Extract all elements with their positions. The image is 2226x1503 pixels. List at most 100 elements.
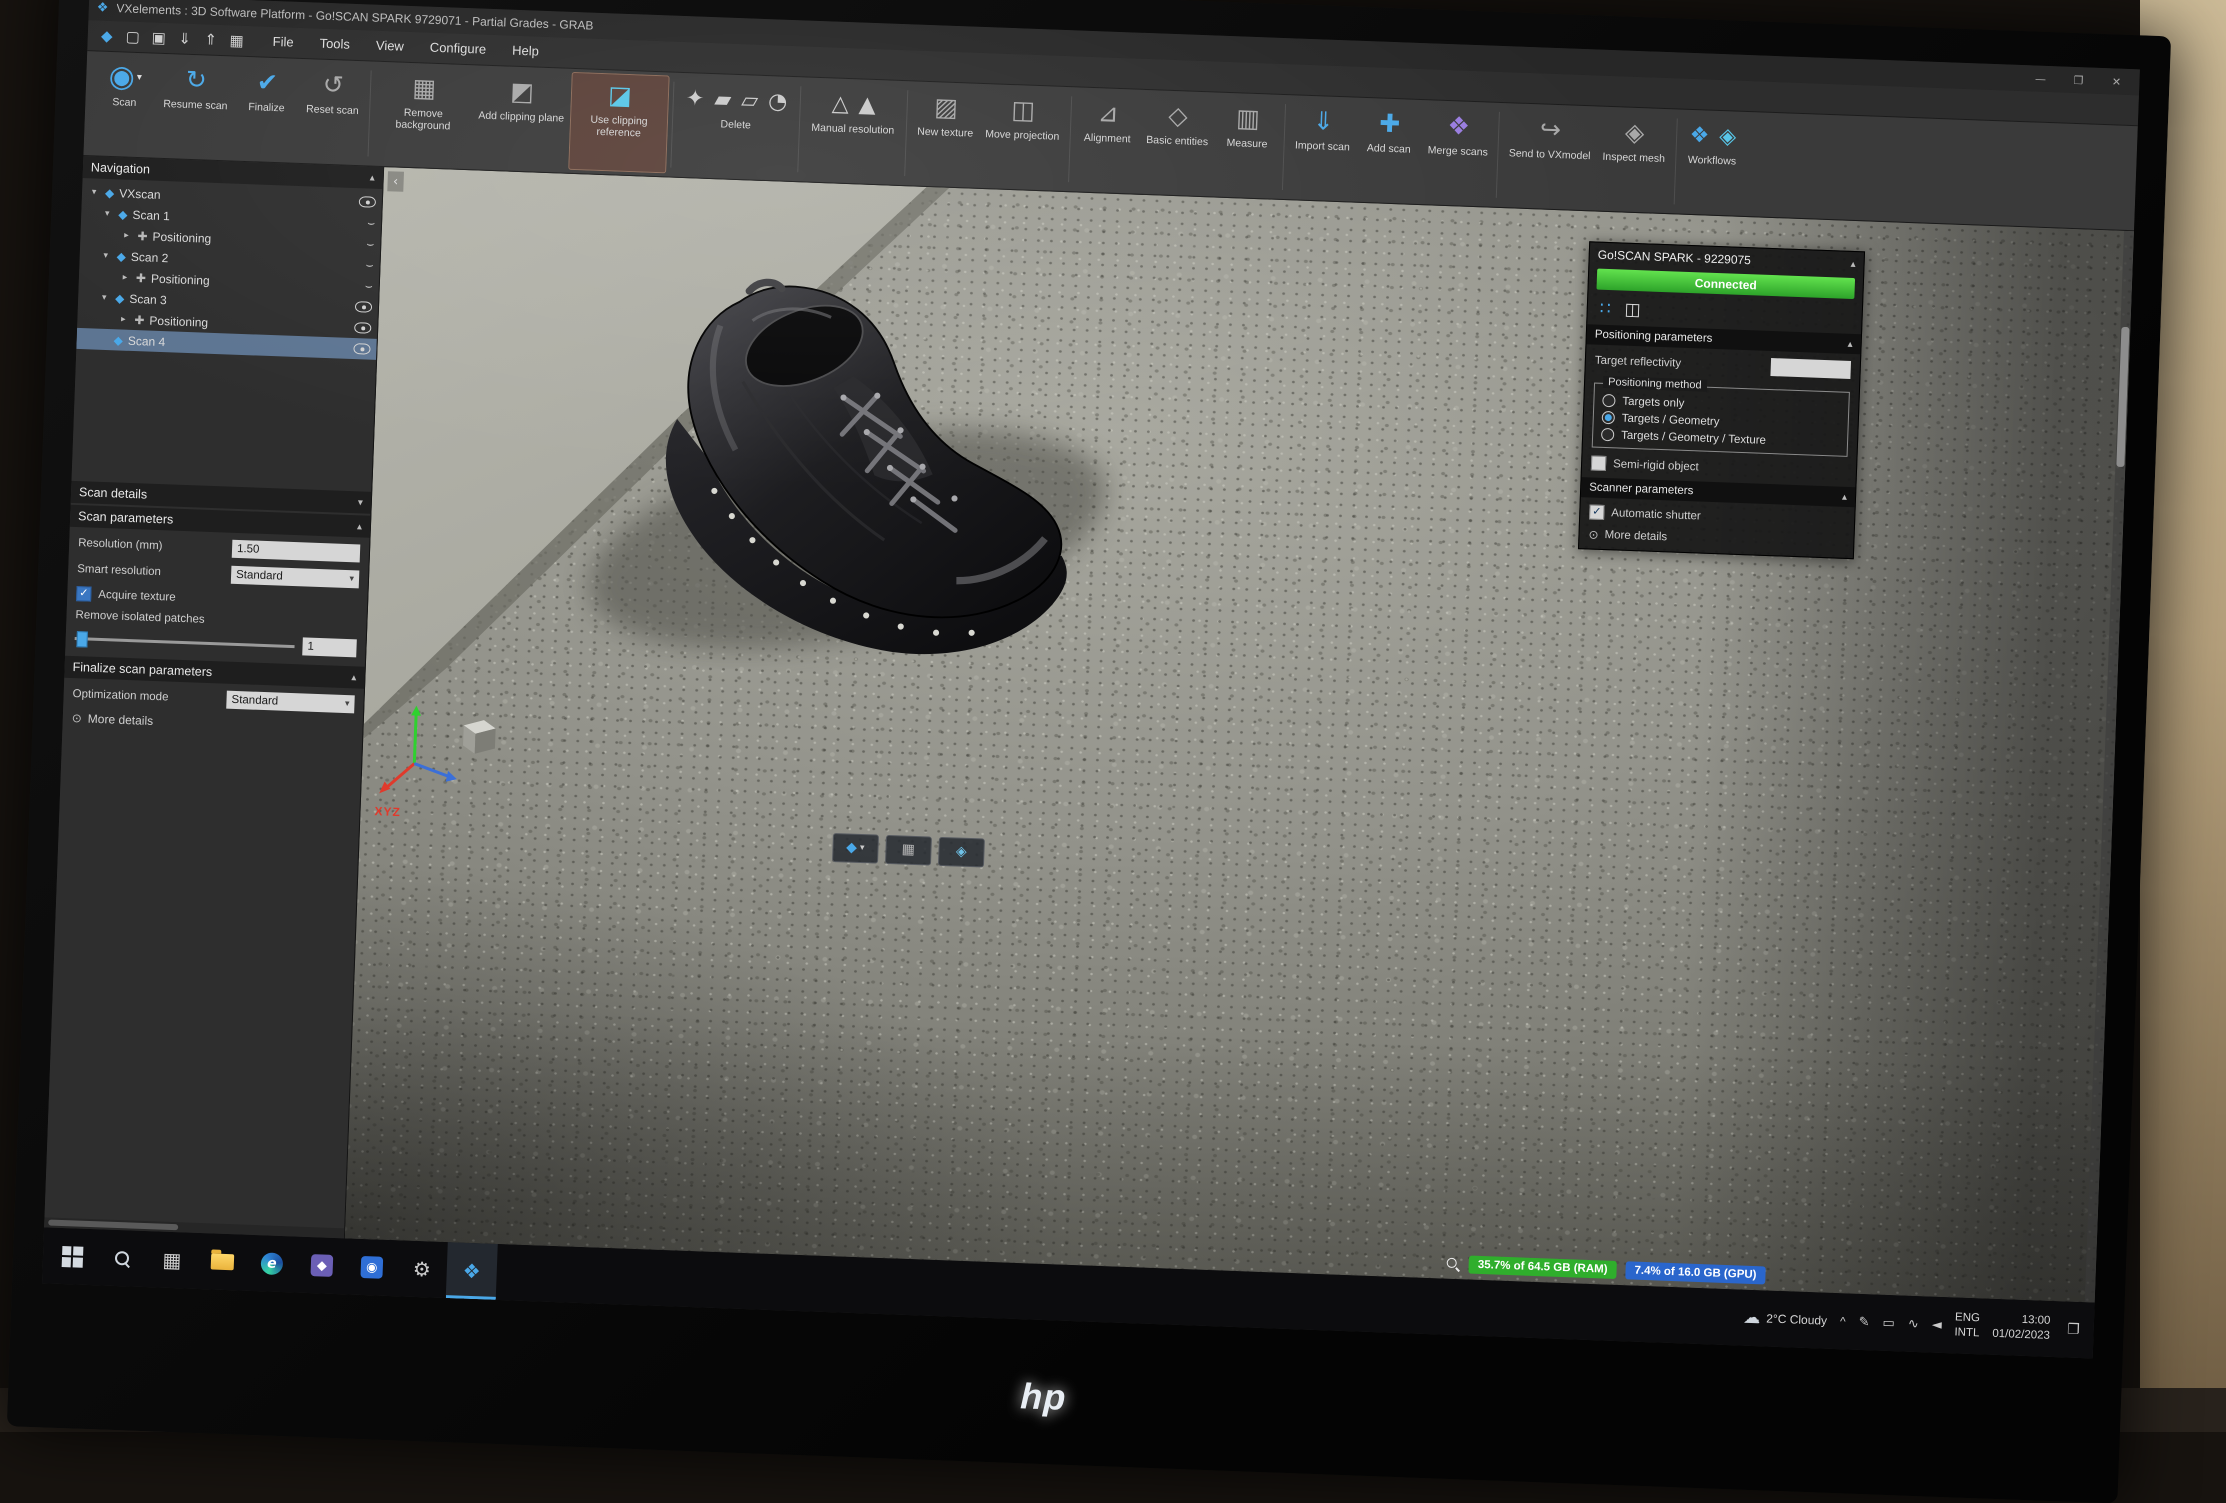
expand-icon[interactable]: ▾ [88, 187, 100, 197]
pen-icon[interactable]: ✎ [1858, 1314, 1869, 1329]
chevron-up-icon[interactable]: ▴ [351, 672, 356, 683]
expand-icon[interactable]: ▾ [100, 250, 112, 260]
tray-overflow-chevron[interactable]: ^ [1840, 1314, 1846, 1328]
new-session-icon[interactable]: ▢ [119, 27, 146, 46]
scanner-more-details-link[interactable]: ⊙ More details [1588, 527, 1844, 550]
inspect-mesh-button[interactable]: ◈ Inspect mesh [1595, 110, 1673, 211]
semi-rigid-object-checkbox[interactable] [1591, 456, 1607, 472]
settings-button[interactable]: ⚙ [396, 1240, 448, 1298]
scan-button[interactable]: ◉▾ Scan [90, 54, 160, 154]
smart-resolution-select[interactable]: Standard▾ [231, 566, 360, 589]
network-icon[interactable]: ∿ [1908, 1316, 1919, 1331]
capture-icon[interactable]: ▦ [223, 31, 250, 50]
radio-icon-selected[interactable] [1602, 411, 1615, 424]
optimization-mode-select[interactable]: Standard▾ [226, 691, 355, 714]
chevron-up-icon[interactable]: ▴ [1847, 338, 1852, 349]
targets-icon[interactable]: ∷ [1599, 299, 1611, 319]
send-to-vxmodel-button[interactable]: ↪ Send to VXmodel [1501, 106, 1598, 207]
maximize-button[interactable]: ❐ [2063, 73, 2093, 87]
taskbar-clock[interactable]: 13:00 01/02/2023 [1992, 1312, 2051, 1344]
scan-view-button[interactable]: ◆ ▾ [832, 833, 879, 864]
battery-icon[interactable]: ▭ [1882, 1315, 1895, 1330]
model-box-icon[interactable]: ◫ [1624, 300, 1641, 321]
visibility-curve-icon[interactable]: ⌣ [367, 215, 375, 230]
radio-icon[interactable] [1601, 428, 1614, 441]
chevron-up-icon[interactable]: ▴ [1842, 491, 1847, 502]
pinned-app-button-2[interactable]: ◉ [346, 1238, 398, 1296]
save-session-icon[interactable]: ⇓ [171, 29, 198, 48]
visibility-curve-icon[interactable]: ⌣ [366, 236, 374, 251]
split-view-button[interactable]: ▦ [885, 834, 932, 865]
edge-button[interactable]: e [246, 1235, 298, 1293]
vxelements-taskbar-button[interactable]: ❖ [446, 1242, 498, 1300]
menu-file[interactable]: File [259, 26, 307, 58]
target-reflectivity-input[interactable] [1770, 358, 1851, 379]
alignment-button[interactable]: ⊿ Alignment [1072, 90, 1142, 190]
file-explorer-button[interactable] [196, 1233, 248, 1291]
expand-icon[interactable]: ▸ [120, 230, 132, 240]
automatic-shutter-checkbox[interactable]: ✓ [1589, 504, 1605, 520]
notification-center-icon[interactable]: ❐ [2063, 1321, 2080, 1338]
menu-help[interactable]: Help [499, 35, 553, 67]
workflow-scan-icon[interactable]: ❖ [1689, 122, 1710, 148]
merge-scans-button[interactable]: ❖ Merge scans [1420, 103, 1496, 204]
expand-icon[interactable]: ▾ [98, 292, 110, 302]
minimize-button[interactable]: — [2025, 72, 2055, 86]
import-scan-button[interactable]: ⇓ Import scan [1287, 98, 1357, 198]
chevron-up-icon[interactable]: ▴ [357, 521, 362, 532]
increase-resolution-icon[interactable]: ▲ [858, 92, 876, 118]
vxelements-logo-icon[interactable]: ◆ [93, 26, 120, 45]
chevron-up-icon[interactable]: ▴ [1850, 258, 1855, 269]
move-projection-button[interactable]: ◫ Move projection [977, 87, 1067, 188]
reset-scan-button[interactable]: ↺ Reset scan [298, 62, 368, 162]
add-scan-button[interactable]: ✚ Add scan [1354, 101, 1424, 201]
remove-isolated-patches-slider[interactable] [74, 630, 294, 654]
visibility-eye-icon[interactable] [359, 196, 376, 208]
expand-icon[interactable]: ▸ [117, 314, 129, 324]
visibility-curve-icon[interactable]: ⌣ [365, 257, 373, 272]
decrease-resolution-icon[interactable]: △ [831, 91, 849, 117]
open-session-icon[interactable]: ▣ [145, 28, 172, 47]
collapse-icon[interactable]: ▴ [370, 172, 375, 183]
menu-view[interactable]: View [362, 30, 417, 62]
expand-icon[interactable]: ▾ [101, 208, 113, 218]
delete-polygon-icon[interactable]: ▱ [741, 88, 759, 114]
taskbar-search-button[interactable] [96, 1229, 148, 1287]
expand-icon[interactable]: ▸ [119, 272, 131, 282]
use-clipping-reference-button[interactable]: ◪ Use clipping reference [568, 72, 670, 174]
remove-background-button[interactable]: ▦ Remove background [373, 65, 475, 167]
close-button[interactable]: ✕ [2101, 74, 2131, 88]
delete-rect-icon[interactable]: ▰ [714, 87, 732, 113]
visibility-eye-icon[interactable] [355, 301, 372, 313]
radio-icon[interactable] [1602, 394, 1615, 407]
add-clipping-plane-button[interactable]: ◩ Add clipping plane [470, 68, 571, 170]
measure-button[interactable]: ▥ Measure [1212, 96, 1282, 196]
chevron-down-icon[interactable]: ▾ [358, 497, 363, 508]
pinned-app-button-1[interactable]: ◆ [296, 1237, 348, 1295]
finalize-button[interactable]: ✔ Finalize [232, 60, 302, 160]
scanned-shoe-model[interactable] [524, 221, 1153, 684]
resume-scan-button[interactable]: ↻ Resume scan [155, 57, 235, 158]
delete-circle-icon[interactable]: ◔ [768, 89, 788, 115]
menu-configure[interactable]: Configure [416, 32, 499, 65]
acquire-texture-checkbox[interactable]: ✓ [76, 586, 92, 602]
model-view-button[interactable]: ◈ [938, 836, 985, 867]
menu-tools[interactable]: Tools [306, 28, 363, 60]
task-view-button[interactable]: ▦ [146, 1231, 198, 1289]
slider-handle[interactable] [76, 631, 88, 647]
workflow-mesh-icon[interactable]: ◈ [1719, 123, 1737, 149]
language-indicator[interactable]: ENG INTL [1954, 1310, 1980, 1341]
basic-entities-button[interactable]: ◇ Basic entities [1138, 93, 1215, 194]
delete-free-icon[interactable]: ✦ [685, 86, 704, 112]
export-session-icon[interactable]: ⇑ [197, 30, 224, 49]
volume-icon[interactable]: ◄ [1931, 1317, 1942, 1332]
start-button[interactable] [46, 1227, 98, 1285]
resolution-input[interactable]: 1.50 [232, 540, 361, 563]
new-texture-button[interactable]: ▨ New texture [909, 84, 981, 184]
visibility-eye-icon[interactable] [353, 343, 370, 355]
remove-isolated-patches-input[interactable]: 1 [302, 637, 357, 657]
weather-widget[interactable]: ☁ 2°C Cloudy [1743, 1308, 1828, 1331]
visibility-curve-icon[interactable]: ⌣ [365, 278, 373, 293]
panel-collapse-chevron[interactable]: ‹ [387, 171, 404, 192]
visibility-eye-icon[interactable] [354, 322, 371, 334]
